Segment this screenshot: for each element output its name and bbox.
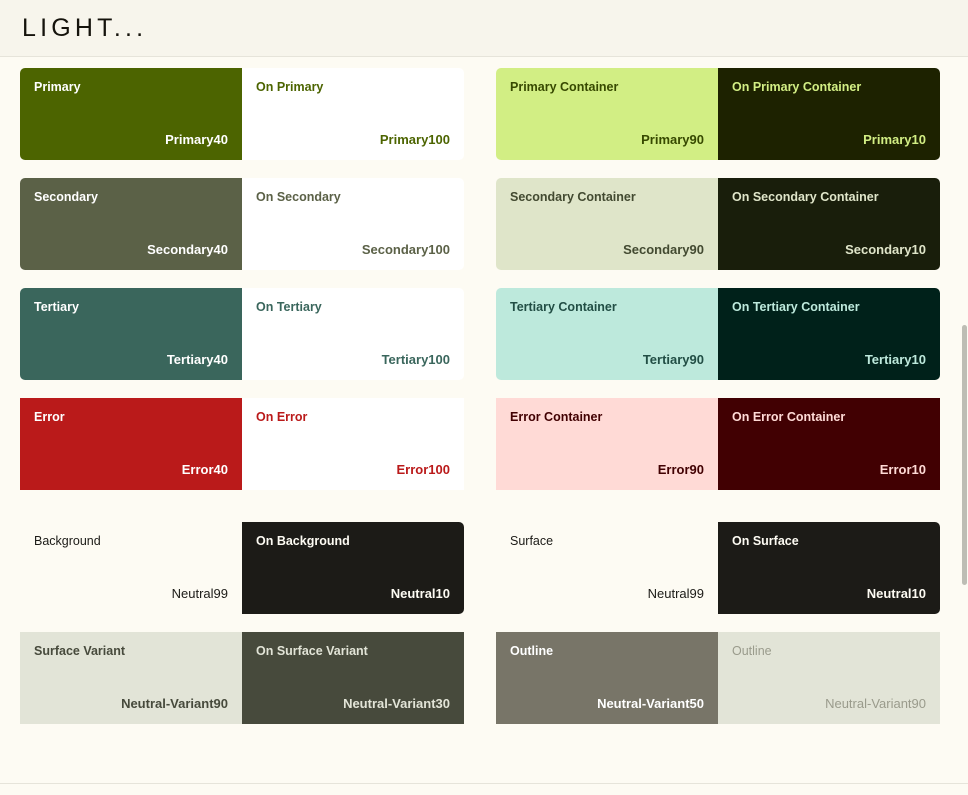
palette-body: Primary Primary40 On Primary Primary100 Prim… — [0, 57, 968, 742]
swatch-tertiary-right[interactable]: On Tertiary Tertiary100 — [242, 288, 464, 380]
swatch-role-label: Error Container — [510, 410, 603, 424]
tone-row-tertiary: Tertiary Tertiary40 On Tertiary Tertiary100 — [20, 288, 464, 380]
bottom-divider — [0, 783, 968, 784]
swatch-tone-label: Secondary40 — [147, 242, 228, 258]
swatch-tone-label: Tertiary100 — [381, 352, 450, 368]
swatch-role-label: On Primary Container — [732, 80, 862, 94]
swatch-tone-label: Primary40 — [165, 132, 228, 148]
swatch-primary-left[interactable]: Primary Primary40 — [20, 68, 242, 160]
swatch-tone-label: Primary10 — [863, 132, 926, 148]
swatch-tone-label: Secondary10 — [845, 242, 926, 258]
swatch-role-label: On Secondary — [256, 190, 341, 204]
swatch-role-label: Secondary — [34, 190, 98, 204]
tone-row-background: Background Neutral99 On Background Neutral1… — [20, 522, 464, 614]
swatch-surface-variant-left[interactable]: Surface Variant Neutral-Variant90 — [20, 632, 242, 724]
swatch-role-label: Secondary Container — [510, 190, 636, 204]
core-color-group: Primary Primary40 On Primary Primary100 Prim… — [20, 68, 948, 508]
tone-row-tertiary-container: Tertiary Container Tertiary90 On Tertiary … — [496, 288, 940, 380]
swatch-secondary-right[interactable]: On Secondary Secondary100 — [242, 178, 464, 270]
swatch-role-label: On Primary — [256, 80, 324, 94]
group-separator — [20, 508, 948, 522]
swatch-tone-label: Neutral-Variant90 — [825, 696, 926, 712]
swatch-role-label: Background — [34, 534, 101, 548]
swatch-primary-container-left[interactable]: Primary Container Primary90 — [496, 68, 718, 160]
swatch-tone-label: Neutral-Variant50 — [597, 696, 704, 712]
swatch-background-left[interactable]: Background Neutral99 — [20, 522, 242, 614]
tone-row-primary-container: Primary Container Primary90 On Primary Con… — [496, 68, 940, 160]
swatch-error-container-right[interactable]: On Error Container Error10 — [718, 398, 940, 490]
app-header: LIGHT... — [0, 0, 968, 57]
swatch-tone-label: Neutral99 — [171, 586, 228, 602]
swatch-role-label: Tertiary Container — [510, 300, 617, 314]
tone-row-error-container: Error Container Error90 On Error Container… — [496, 398, 940, 490]
swatch-surface-variant-right[interactable]: On Surface Variant Neutral-Variant30 — [242, 632, 464, 724]
vertical-scrollbar-track[interactable] — [961, 57, 968, 795]
tone-row-secondary-container: Secondary Container Secondary90 On Seconda… — [496, 178, 940, 270]
swatch-tertiary-container-left[interactable]: Tertiary Container Tertiary90 — [496, 288, 718, 380]
swatch-role-label: Primary Container — [510, 80, 619, 94]
swatch-tone-label: Neutral10 — [390, 586, 450, 602]
swatch-tone-label: Primary90 — [641, 132, 704, 148]
tone-row-primary: Primary Primary40 On Primary Primary100 — [20, 68, 464, 160]
tone-row-secondary: Secondary Secondary40 On Secondary Secondar… — [20, 178, 464, 270]
swatch-tone-label: Neutral99 — [647, 586, 704, 602]
swatch-role-label: On Error — [256, 410, 308, 424]
swatch-role-label: Error — [34, 410, 65, 424]
swatch-role-label: Primary — [34, 80, 81, 94]
swatch-role-label: On Background — [256, 534, 350, 548]
swatch-tone-label: Tertiary10 — [864, 352, 926, 368]
swatch-tertiary-container-right[interactable]: On Tertiary Container Tertiary10 — [718, 288, 940, 380]
swatch-role-label: On Secondary Container — [732, 190, 879, 204]
swatch-role-label: Outline — [732, 644, 772, 658]
swatch-tone-label: Error40 — [181, 462, 228, 478]
swatch-background-right[interactable]: On Background Neutral10 — [242, 522, 464, 614]
swatch-surface-right[interactable]: On Surface Neutral10 — [718, 522, 940, 614]
neutral-color-group: Background Neutral99 On Background Neutral1… — [20, 522, 948, 742]
swatch-outline-right[interactable]: Outline Neutral-Variant90 — [718, 632, 940, 724]
swatch-secondary-left[interactable]: Secondary Secondary40 — [20, 178, 242, 270]
swatch-tone-label: Tertiary90 — [642, 352, 704, 368]
swatch-outline-left[interactable]: Outline Neutral-Variant50 — [496, 632, 718, 724]
swatch-tone-label: Primary100 — [379, 132, 450, 148]
swatch-tone-label: Secondary90 — [623, 242, 704, 258]
swatch-role-label: On Error Container — [732, 410, 846, 424]
swatch-secondary-container-right[interactable]: On Secondary Container Secondary10 — [718, 178, 940, 270]
swatch-tone-label: Secondary100 — [361, 242, 450, 258]
swatch-role-label: Tertiary — [34, 300, 79, 314]
tone-row-outline: Outline Neutral-Variant50 Outline Neutral-V… — [496, 632, 940, 724]
swatch-error-right[interactable]: On Error Error100 — [242, 398, 464, 490]
swatch-secondary-container-left[interactable]: Secondary Container Secondary90 — [496, 178, 718, 270]
tone-row-surface: Surface Neutral99 On Surface Neutral10 — [496, 522, 940, 614]
swatch-error-container-left[interactable]: Error Container Error90 — [496, 398, 718, 490]
page-title: LIGHT... — [22, 13, 148, 42]
tone-row-surface-variant: Surface Variant Neutral-Variant90 On Surfa… — [20, 632, 464, 724]
swatch-surface-left[interactable]: Surface Neutral99 — [496, 522, 718, 614]
swatch-tone-label: Error90 — [657, 462, 704, 478]
swatch-error-left[interactable]: Error Error40 — [20, 398, 242, 490]
swatch-tone-label: Tertiary40 — [166, 352, 228, 368]
swatch-role-label: Surface — [510, 534, 554, 548]
swatch-role-label: On Surface Variant — [256, 644, 368, 658]
swatch-role-label: Surface Variant — [34, 644, 126, 658]
vertical-scrollbar-thumb[interactable] — [962, 325, 967, 585]
swatch-role-label: On Surface — [732, 534, 799, 548]
swatch-tone-label: Error10 — [879, 462, 926, 478]
swatch-tone-label: Neutral10 — [866, 586, 926, 602]
swatch-primary-right[interactable]: On Primary Primary100 — [242, 68, 464, 160]
tone-row-error: Error Error40 On Error Error100 — [20, 398, 464, 490]
swatch-tertiary-left[interactable]: Tertiary Tertiary40 — [20, 288, 242, 380]
swatch-tone-label: Neutral-Variant30 — [343, 696, 450, 712]
swatch-role-label: On Tertiary Container — [732, 300, 860, 314]
swatch-tone-label: Neutral-Variant90 — [121, 696, 228, 712]
swatch-role-label: On Tertiary — [256, 300, 322, 314]
swatch-tone-label: Error100 — [396, 462, 450, 478]
swatch-primary-container-right[interactable]: On Primary Container Primary10 — [718, 68, 940, 160]
swatch-role-label: Outline — [510, 644, 554, 658]
